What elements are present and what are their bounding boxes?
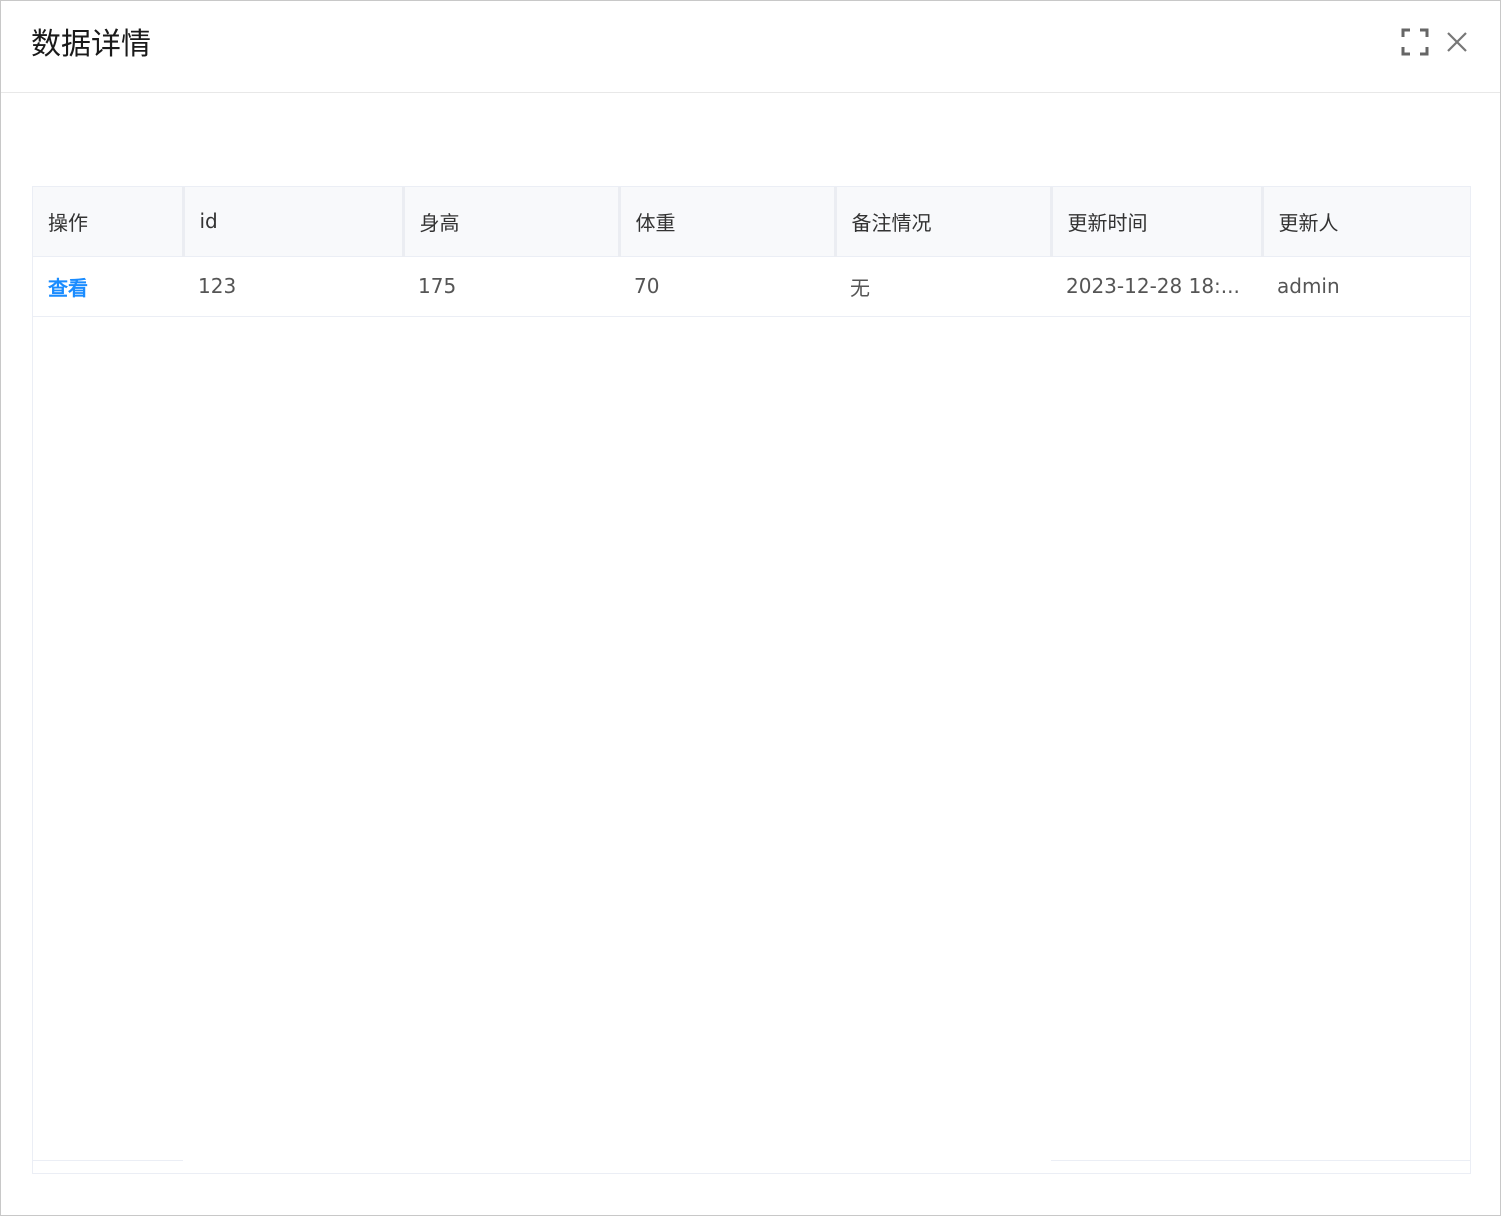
column-header-updated-at[interactable]: 更新时间 <box>1051 187 1264 257</box>
cell-updated-at: 2023-12-28 18:... <box>1051 256 1262 317</box>
dialog-title: 数据详情 <box>31 27 151 62</box>
cell-action: 查看 <box>33 256 183 317</box>
column-header-remark[interactable]: 备注情况 <box>835 187 1053 257</box>
cell-height: 175 <box>403 256 619 317</box>
column-header-updated-by[interactable]: 更新人 <box>1262 187 1470 257</box>
data-grid: 操作 id 身高 体重 备注情况 更新时间 更新人 查看 123 175 70 <box>33 187 1470 317</box>
cell-id: 123 <box>183 256 403 317</box>
cell-remark: 无 <box>835 256 1051 317</box>
table-bottom-gap <box>183 1159 1051 1162</box>
table-row: 查看 123 175 70 无 2023-12-28 18:... admin <box>33 256 1470 317</box>
column-header-weight[interactable]: 体重 <box>619 187 837 257</box>
dialog-header: 数据详情 <box>1 1 1500 93</box>
cell-weight: 70 <box>619 256 835 317</box>
column-header-height[interactable]: 身高 <box>403 187 621 257</box>
cell-updated-by: admin <box>1262 256 1470 317</box>
maximize-icon[interactable] <box>1401 28 1429 56</box>
data-detail-dialog: 数据详情 操作 id 身高 体重 备注情况 更新时间 更新人 查看 123 17… <box>0 0 1501 1216</box>
data-table: 操作 id 身高 体重 备注情况 更新时间 更新人 查看 123 175 70 <box>32 186 1471 1174</box>
close-icon[interactable] <box>1443 28 1471 56</box>
table-header-row: 操作 id 身高 体重 备注情况 更新时间 更新人 <box>33 187 1470 257</box>
view-link[interactable]: 查看 <box>48 276 88 300</box>
column-header-id[interactable]: id <box>183 187 405 257</box>
column-header-action[interactable]: 操作 <box>33 187 185 257</box>
